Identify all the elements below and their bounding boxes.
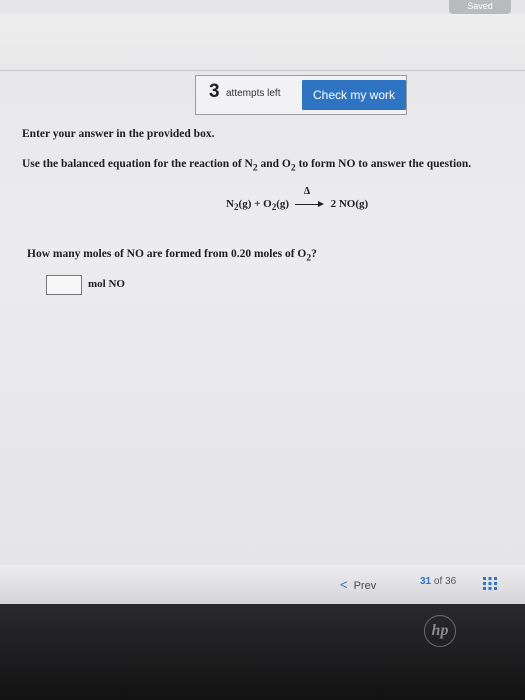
hp-logo: hp	[424, 615, 456, 647]
question-mid: and O	[257, 158, 291, 170]
unit-label: mol NO	[88, 278, 125, 290]
grid-icon[interactable]	[483, 577, 497, 590]
attempts-label: attempts left	[226, 88, 281, 99]
moles-question-pre: How many moles of NO are formed from 0.2…	[27, 248, 307, 260]
question-post: to form NO to answer the question.	[295, 158, 472, 170]
reactant-mid: (g) + O	[238, 198, 272, 210]
instruction-text: Enter your answer in the provided box.	[22, 128, 215, 140]
reaction-arrow-icon: Δ	[294, 186, 325, 210]
chevron-left-icon: <	[340, 576, 348, 592]
of-label: of	[433, 576, 443, 587]
saved-status-badge: Saved	[449, 0, 511, 14]
current-page: 31	[420, 576, 432, 587]
toolbar-divider	[0, 70, 525, 71]
question-pre: Use the balanced equation for the reacti…	[22, 158, 253, 170]
screen: Saved 3 attempts left Check my work Ente…	[0, 0, 525, 604]
reactant-n: N	[226, 198, 234, 210]
question-text: Use the balanced equation for the reacti…	[22, 158, 471, 173]
prev-label: Prev	[353, 579, 377, 592]
top-strip	[0, 14, 525, 70]
attempts-panel: 3 attempts left Check my work	[195, 75, 407, 115]
chemical-equation: N2(g) + O2(g) Δ 2 NO(g)	[226, 186, 369, 212]
reactant-o-state: (g)	[276, 198, 290, 210]
page-indicator[interactable]: 31 of 36	[420, 576, 456, 587]
product: 2 NO(g)	[330, 198, 369, 210]
attempts-count: 3	[209, 81, 220, 102]
arrow-head	[317, 201, 324, 208]
moles-question: How many moles of NO are formed from 0.2…	[27, 248, 317, 263]
total-pages: 36	[445, 576, 457, 587]
answer-input[interactable]	[46, 275, 82, 295]
prev-button[interactable]: < Prev	[340, 575, 400, 593]
check-my-work-button[interactable]: Check my work	[302, 80, 406, 110]
arrow-line	[294, 204, 320, 206]
heat-delta: Δ	[303, 186, 311, 198]
moles-question-post: ?	[311, 248, 317, 260]
